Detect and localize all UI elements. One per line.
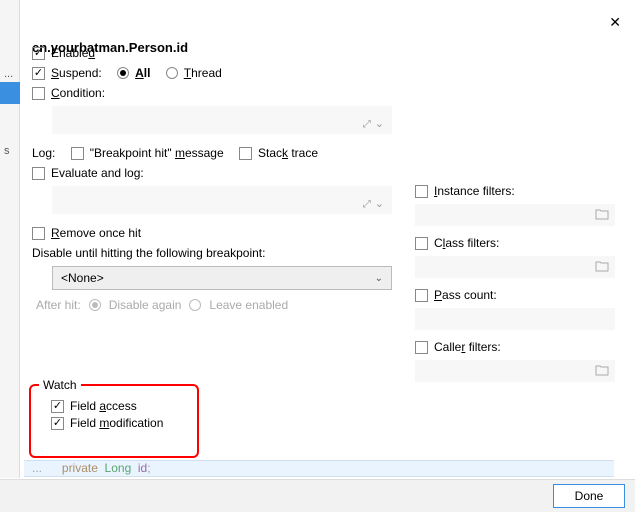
sidebar-selection[interactable]	[0, 82, 20, 104]
instance-filters-input[interactable]	[415, 204, 615, 226]
field-access-label: Field access	[70, 399, 137, 413]
enabled-label: Enabled	[51, 46, 95, 60]
instance-filters-checkbox[interactable]	[415, 185, 428, 198]
caller-filters-input[interactable]	[415, 360, 615, 382]
remove-once-label: Remove once hit	[51, 226, 141, 240]
leave-enabled-radio	[189, 299, 201, 311]
remove-once-checkbox[interactable]	[32, 227, 45, 240]
class-filters-label: Class filters:	[434, 236, 499, 250]
pass-count-label: Pass count:	[434, 288, 497, 302]
field-modification-label: Field modification	[70, 416, 163, 430]
watch-legend: Watch	[39, 378, 81, 392]
class-filters-input[interactable]	[415, 256, 615, 278]
log-label: Log:	[32, 146, 55, 160]
done-button[interactable]: Done	[553, 484, 625, 508]
stack-trace-checkbox[interactable]	[239, 147, 252, 160]
sidebar-fragment-1: ...	[4, 68, 13, 80]
expand-icon[interactable]	[363, 196, 384, 210]
bp-hit-msg-label: "Breakpoint hit" message	[90, 146, 224, 160]
condition-input[interactable]	[52, 106, 392, 134]
field-access-checkbox[interactable]	[51, 400, 64, 413]
folder-icon[interactable]	[595, 208, 609, 220]
suspend-all-label: All	[135, 66, 150, 80]
evaluate-log-input[interactable]	[52, 186, 392, 214]
suspend-thread-label: Thread	[184, 66, 222, 80]
suspend-label: Suspend:	[51, 66, 102, 80]
evaluate-log-label: Evaluate and log:	[51, 166, 144, 180]
watch-group: Watch Field access Field modification	[29, 384, 199, 458]
disable-again-radio	[89, 299, 101, 311]
left-sidebar: ... s	[0, 0, 20, 478]
expand-icon[interactable]	[363, 116, 384, 130]
condition-label: Condition:	[51, 86, 105, 100]
caller-filters-checkbox[interactable]	[415, 341, 428, 354]
suspend-all-radio[interactable]	[117, 67, 129, 79]
condition-checkbox[interactable]	[32, 87, 45, 100]
pass-count-checkbox[interactable]	[415, 289, 428, 302]
caller-filters-label: Caller filters:	[434, 340, 501, 354]
instance-filters-label: Instance filters:	[434, 184, 515, 198]
sidebar-fragment-2: s	[4, 145, 10, 157]
disable-until-select[interactable]: <None> ⌄	[52, 266, 392, 290]
close-icon[interactable]: ✕	[609, 14, 621, 31]
evaluate-log-checkbox[interactable]	[32, 167, 45, 180]
after-hit-label: After hit:	[36, 298, 81, 312]
bp-hit-msg-checkbox[interactable]	[71, 147, 84, 160]
suspend-checkbox[interactable]	[32, 67, 45, 80]
class-filters-checkbox[interactable]	[415, 237, 428, 250]
folder-icon[interactable]	[595, 260, 609, 272]
dialog-footer: Done	[0, 479, 635, 512]
pass-count-input[interactable]	[415, 308, 615, 330]
field-modification-checkbox[interactable]	[51, 417, 64, 430]
code-preview: ... private Long id;	[24, 460, 614, 477]
enabled-checkbox[interactable]	[32, 47, 45, 60]
disable-again-label: Disable again	[109, 298, 182, 312]
disable-until-value: <None>	[61, 271, 104, 285]
chevron-down-icon: ⌄	[375, 273, 383, 284]
suspend-thread-radio[interactable]	[166, 67, 178, 79]
folder-icon[interactable]	[595, 364, 609, 376]
disable-until-label: Disable until hitting the following brea…	[32, 246, 265, 260]
leave-enabled-label: Leave enabled	[209, 298, 288, 312]
stack-trace-label: Stack trace	[258, 146, 318, 160]
